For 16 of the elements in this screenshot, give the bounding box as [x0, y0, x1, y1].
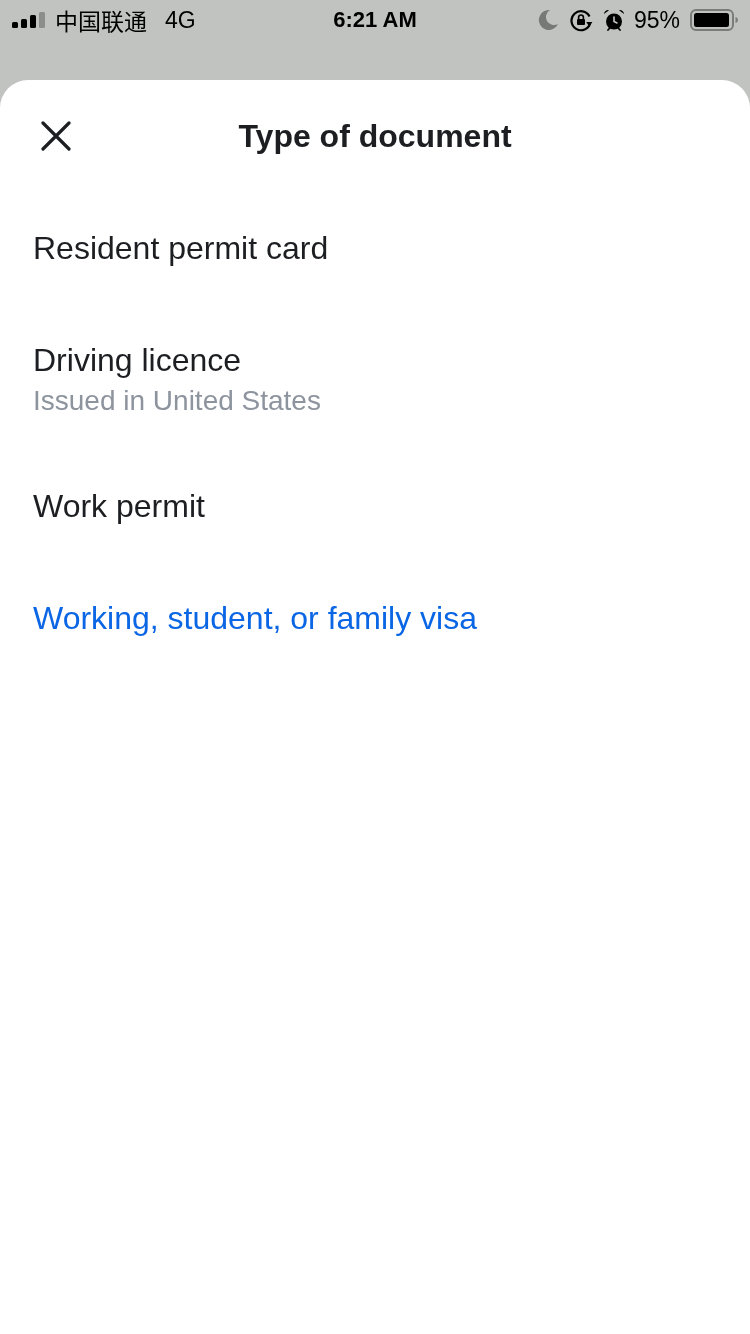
close-icon — [41, 121, 71, 151]
document-type-option[interactable]: Work permit — [33, 488, 205, 524]
battery-icon — [690, 9, 738, 31]
sheet-title: Type of document — [238, 118, 512, 154]
status-time: 6:21 AM — [333, 6, 417, 34]
carrier-name: 中国联通 — [55, 6, 147, 34]
alarm-clock-icon — [602, 9, 625, 31]
document-type-option[interactable]: Resident permit card — [33, 230, 329, 266]
issuing-country-text: Issued in United States — [33, 384, 321, 418]
network-type: 4G — [165, 6, 196, 34]
document-type-link[interactable]: Working, student, or family visa — [33, 600, 477, 636]
moon-icon — [536, 9, 559, 31]
document-type-option[interactable]: Driving licence — [33, 342, 242, 378]
signal-icon — [12, 12, 46, 28]
rotation-lock-icon — [568, 8, 593, 32]
battery-percent: 95% — [633, 6, 680, 34]
